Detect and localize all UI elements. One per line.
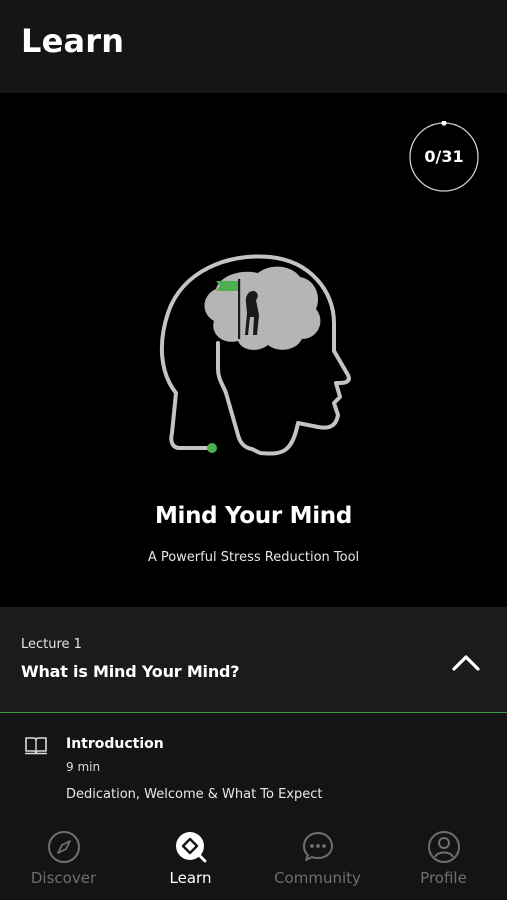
- tab-label: Profile: [420, 869, 467, 887]
- chat-bubble-icon: [303, 832, 333, 861]
- page-title: Learn: [21, 22, 125, 60]
- app-header: Learn: [0, 0, 507, 93]
- learn-icon: [176, 832, 207, 863]
- lesson-item[interactable]: Introduction 9 min Dedication, Welcome &…: [0, 713, 507, 820]
- compass-icon: [48, 831, 80, 863]
- course-subtitle: A Powerful Stress Reduction Tool: [147, 550, 360, 565]
- lecture-number: Lecture 1: [21, 637, 82, 652]
- profile-icon: [428, 831, 460, 863]
- tab-learn[interactable]: Learn: [127, 820, 254, 900]
- bottom-tab-bar: Discover Learn Community Profile: [0, 820, 507, 900]
- lecture-header[interactable]: Lecture 1 What is Mind Your Mind?: [0, 607, 507, 712]
- lesson-title: Introduction: [66, 736, 164, 752]
- lesson-description: Dedication, Welcome & What To Expect: [66, 787, 323, 802]
- book-icon: [25, 737, 47, 755]
- chevron-up-icon[interactable]: [450, 651, 482, 675]
- tab-label: Discover: [30, 869, 97, 887]
- lecture-title: What is Mind Your Mind?: [21, 662, 240, 681]
- progress-count: 0/31: [424, 147, 464, 166]
- lesson-duration: 9 min: [66, 760, 101, 774]
- course-progress-ring: 0/31: [408, 121, 480, 193]
- course-hero: 0/31 Mind Your Mind A Powerful Stress Re…: [0, 93, 507, 607]
- tab-community[interactable]: Community: [254, 820, 381, 900]
- course-title: Mind Your Mind: [154, 503, 353, 529]
- tab-profile[interactable]: Profile: [380, 820, 507, 900]
- tab-label: Learn: [169, 869, 212, 887]
- head-brain-illustration-icon: [159, 254, 351, 456]
- tab-discover[interactable]: Discover: [0, 820, 127, 900]
- tab-label: Community: [274, 869, 361, 887]
